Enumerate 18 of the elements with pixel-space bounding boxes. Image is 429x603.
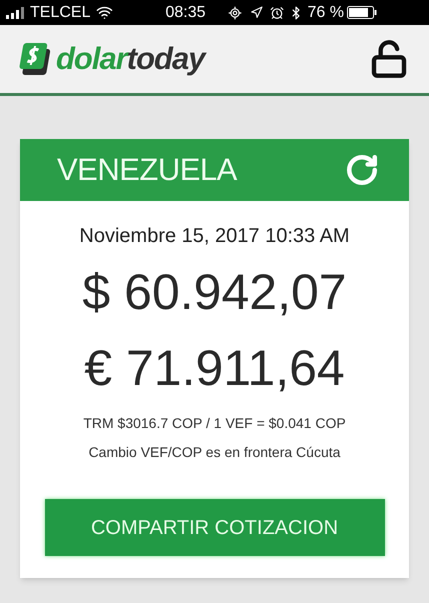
wifi-icon xyxy=(96,4,114,21)
carrier-name: TELCEL xyxy=(30,2,90,22)
signal-icon xyxy=(6,6,26,18)
status-time: 08:35 xyxy=(165,2,206,22)
battery-percent: 76 % xyxy=(308,2,344,22)
logo-text: dolartoday xyxy=(56,40,204,78)
battery-icon xyxy=(346,6,377,19)
country-title: VENEZUELA xyxy=(57,150,237,189)
info-text: Cambio VEF/COP es en frontera Cúcuta xyxy=(88,443,340,462)
date-text: Noviembre 15, 2017 10:33 AM xyxy=(79,224,350,249)
location-icon xyxy=(250,6,263,19)
exchange-rate: $ 60.942,07 xyxy=(82,267,347,317)
info-text: TRM $3016.7 COP / 1 VEF = $0.041 COP xyxy=(83,414,346,433)
share-button[interactable]: COMPARTIR COTIZACION xyxy=(44,499,384,556)
unlock-icon[interactable] xyxy=(369,39,409,79)
alarm-icon xyxy=(270,6,284,20)
exchange-rate: € 71.911,64 xyxy=(84,343,345,393)
refresh-icon[interactable] xyxy=(345,153,379,187)
